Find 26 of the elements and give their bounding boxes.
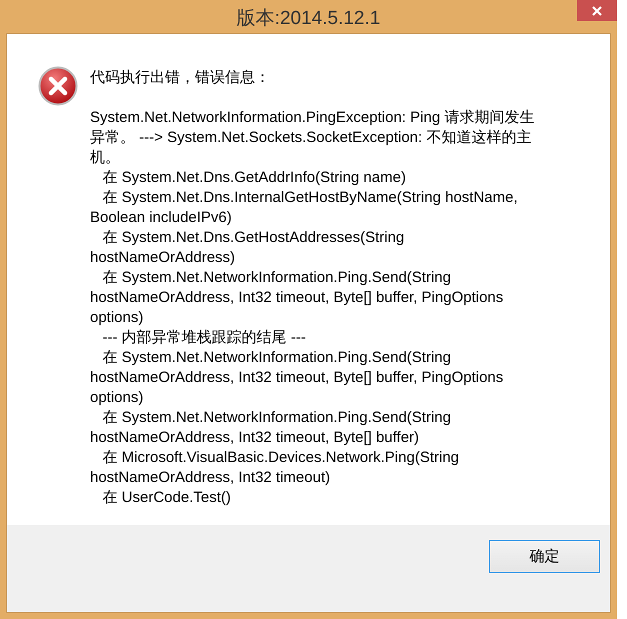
stack-trace-line: 在 System.Net.NetworkInformation.Ping.Send(String	[102, 408, 452, 428]
stack-trace-line: 在 System.Net.Dns.InternalGetHostByName(String hostName,	[102, 188, 519, 208]
stack-trace-line: System.Net.NetworkInformation.PingException: Ping 请求期间发生	[90, 108, 534, 128]
stack-trace-line: 在 UserCode.Test()	[102, 488, 232, 508]
error-heading: 代码执行出错，错误信息：	[90, 68, 271, 88]
stack-trace-line: 异常。 ---> System.Net.Sockets.SocketException: 不知道这样的主	[90, 128, 532, 148]
close-button[interactable]	[577, 0, 617, 21]
stack-trace-line: hostNameOrAddress, Int32 timeout, Byte[] buffer, PingOptions	[90, 288, 504, 308]
stack-trace-line: options)	[90, 308, 144, 328]
stack-trace-line: 在 Microsoft.VisualBasic.Devices.Network.Ping(String	[102, 448, 460, 468]
stack-trace-line: 在 System.Net.NetworkInformation.Ping.Send(String	[102, 348, 452, 368]
error-icon	[38, 66, 78, 106]
stack-trace-line: options)	[90, 388, 144, 408]
stack-trace-line: hostNameOrAddress, Int32 timeout)	[90, 468, 332, 488]
stack-trace-line: Boolean includeIPv6)	[90, 208, 233, 228]
stack-trace-line: --- 内部异常堆栈跟踪的结尾 ---	[102, 328, 307, 348]
stack-trace-line: hostNameOrAddress)	[90, 248, 236, 268]
window-title: 版本:2014.5.12.1	[236, 7, 380, 31]
stack-trace-line: 在 System.Net.NetworkInformation.Ping.Send(String	[102, 268, 452, 288]
ok-button[interactable]: 确定	[489, 540, 600, 573]
stack-trace-line: hostNameOrAddress, Int32 timeout, Byte[] buffer, PingOptions	[90, 368, 504, 388]
close-icon	[590, 4, 604, 18]
stack-trace-line: hostNameOrAddress, Int32 timeout, Byte[] buffer)	[90, 428, 420, 448]
stack-trace-line: 机。	[90, 148, 121, 168]
stack-trace-line: 在 System.Net.Dns.GetAddrInfo(String name)	[102, 168, 407, 188]
stack-trace-line: 在 System.Net.Dns.GetHostAddresses(String	[102, 228, 406, 248]
